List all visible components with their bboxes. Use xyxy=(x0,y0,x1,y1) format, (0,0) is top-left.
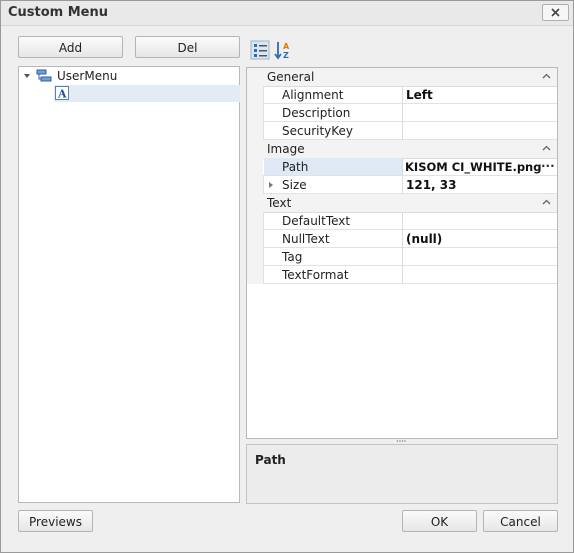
row-indent xyxy=(263,248,264,266)
category-image[interactable]: Image xyxy=(247,140,557,159)
chevron-up-icon[interactable] xyxy=(542,73,551,79)
row-gutter xyxy=(247,122,263,140)
expand-arrow-icon[interactable] xyxy=(268,181,274,189)
property-row-tag[interactable]: Tag xyxy=(247,248,557,266)
custom-menu-window: Custom Menu Add Del A Z UserMenu A Gener… xyxy=(0,0,574,553)
window-title: Custom Menu xyxy=(8,5,109,20)
property-name: Size xyxy=(282,178,307,192)
property-grid[interactable]: General Alignment Left Description Secur… xyxy=(246,67,558,439)
previews-button[interactable]: Previews xyxy=(18,510,93,532)
close-icon xyxy=(551,8,560,17)
category-general[interactable]: General xyxy=(247,68,557,87)
column-separator xyxy=(402,158,403,176)
del-button-label: Del xyxy=(177,41,198,55)
row-indent xyxy=(263,230,264,248)
title-bar: Custom Menu xyxy=(1,1,573,26)
property-row-securitykey[interactable]: SecurityKey xyxy=(247,122,557,140)
chevron-up-icon[interactable] xyxy=(542,145,551,151)
property-row-description[interactable]: Description xyxy=(247,104,557,122)
categorized-button[interactable] xyxy=(250,40,270,60)
row-indent xyxy=(263,122,264,140)
categorized-icon xyxy=(250,40,270,60)
property-row-defaulttext[interactable]: DefaultText xyxy=(247,212,557,230)
row-gutter xyxy=(247,176,263,194)
property-name: Tag xyxy=(282,250,303,264)
property-row-nulltext[interactable]: NullText (null) xyxy=(247,230,557,248)
column-separator xyxy=(402,176,403,194)
row-indent xyxy=(263,176,264,194)
chevron-up-icon[interactable] xyxy=(542,199,551,205)
add-button[interactable]: Add xyxy=(18,36,123,58)
row-gutter xyxy=(247,266,263,284)
alphabetical-button[interactable]: A Z xyxy=(274,40,294,60)
category-label: Image xyxy=(267,142,305,156)
row-gutter xyxy=(247,86,263,104)
property-value[interactable]: Left xyxy=(406,88,433,102)
row-gutter xyxy=(247,104,263,122)
cancel-button-label: Cancel xyxy=(500,515,541,529)
text-item-icon: A xyxy=(55,86,69,100)
column-separator xyxy=(402,230,403,248)
row-gutter xyxy=(247,248,263,266)
menu-tree[interactable]: UserMenu A xyxy=(18,66,240,503)
close-button[interactable] xyxy=(542,4,569,21)
description-panel: Path xyxy=(246,444,558,504)
tree-node-label: UserMenu xyxy=(57,69,118,83)
cancel-button[interactable]: Cancel xyxy=(483,510,558,532)
column-separator xyxy=(402,86,403,104)
row-gutter xyxy=(247,158,263,176)
property-row-textformat[interactable]: TextFormat xyxy=(247,266,557,284)
property-name: NullText xyxy=(282,232,330,246)
property-value[interactable]: 121, 33 xyxy=(406,178,456,192)
property-name: Alignment xyxy=(282,88,344,102)
column-separator xyxy=(402,122,403,140)
row-indent xyxy=(263,212,264,230)
column-separator xyxy=(402,212,403,230)
property-name: SecurityKey xyxy=(282,124,354,138)
ok-button[interactable]: OK xyxy=(402,510,477,532)
row-indent xyxy=(263,266,264,284)
property-name: Path xyxy=(282,160,309,174)
menu-tree-icon xyxy=(36,69,52,82)
svg-text:A: A xyxy=(57,88,67,101)
selected-tree-node[interactable]: A xyxy=(54,85,240,102)
property-row-path[interactable]: Path KISOM CI_WHITE.png ··· xyxy=(247,158,557,176)
property-name: Description xyxy=(282,106,351,120)
row-indent xyxy=(263,104,264,122)
row-gutter xyxy=(247,212,263,230)
property-row-size[interactable]: Size 121, 33 xyxy=(247,176,557,194)
ok-button-label: OK xyxy=(430,515,449,529)
property-name: TextFormat xyxy=(282,268,349,282)
splitter-grip[interactable] xyxy=(396,439,408,443)
category-label: General xyxy=(267,70,315,84)
property-row-alignment[interactable]: Alignment Left xyxy=(247,86,557,104)
category-text[interactable]: Text xyxy=(247,194,557,213)
svg-text:A: A xyxy=(283,42,290,51)
property-value[interactable]: (null) xyxy=(406,232,442,246)
add-button-label: Add xyxy=(58,41,83,55)
expand-arrow-icon[interactable] xyxy=(23,72,31,80)
column-separator xyxy=(402,266,403,284)
column-separator xyxy=(402,248,403,266)
category-label: Text xyxy=(267,196,292,210)
row-indent xyxy=(263,86,264,104)
property-name: DefaultText xyxy=(282,214,351,228)
column-separator xyxy=(402,104,403,122)
svg-text:Z: Z xyxy=(283,51,289,60)
description-title: Path xyxy=(255,453,286,467)
sort-az-icon: A Z xyxy=(274,42,290,60)
del-button[interactable]: Del xyxy=(135,36,240,58)
row-gutter xyxy=(247,230,263,248)
path-value-input[interactable]: KISOM CI_WHITE.png xyxy=(405,160,541,174)
ellipsis-button[interactable]: ··· xyxy=(541,159,555,173)
previews-button-label: Previews xyxy=(29,515,82,529)
